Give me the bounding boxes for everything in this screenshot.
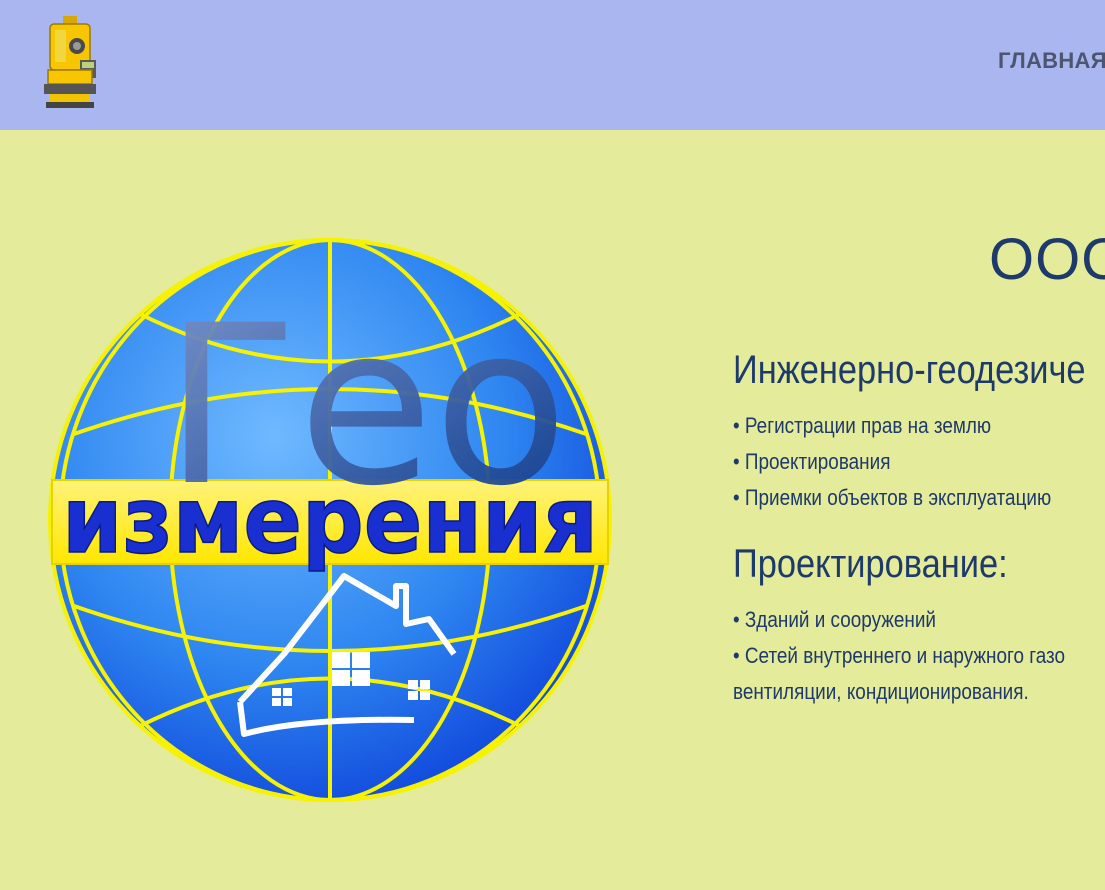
site-header: ГЛАВНАЯ — [0, 0, 1105, 130]
list-item: • Сетей внутреннего и наружного газо — [733, 643, 1066, 668]
logo-word-izmereniya: измерения — [62, 467, 598, 574]
list-item: • Проектирования — [733, 449, 891, 474]
nav-home-link[interactable]: ГЛАВНАЯ — [998, 48, 1105, 74]
list-item-continuation: вентиляции, кондиционирования. — [733, 679, 1029, 704]
hero-section: Гео измерения ООО Инженерно-геодезиче • … — [0, 130, 1105, 890]
list-item: • Приемки объектов в эксплуатацию — [733, 485, 1052, 510]
total-station-icon[interactable] — [40, 16, 100, 112]
section-geodesy-title: Инженерно-геодезиче — [733, 348, 1086, 392]
list-item: • Зданий и сооружений — [733, 607, 937, 632]
list-item: • Регистрации прав на землю — [733, 413, 992, 438]
globe-house-logo: Гео измерения — [48, 238, 612, 802]
section-design-title: Проектирование: — [733, 542, 1008, 586]
company-title: ООО — [989, 227, 1105, 292]
services-column: ООО Инженерно-геодезиче • Регистрации пр… — [733, 130, 1105, 890]
